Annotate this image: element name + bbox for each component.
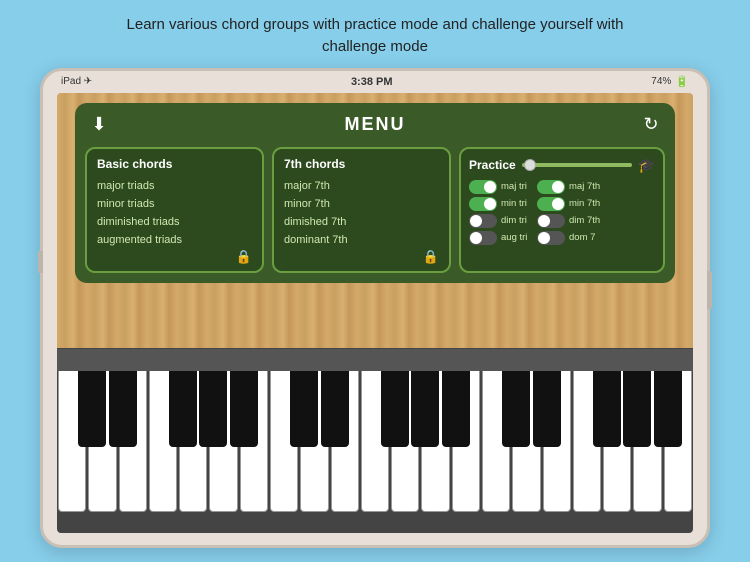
- white-key-1[interactable]: [58, 352, 86, 512]
- toggle-dom-7[interactable]: [537, 231, 565, 245]
- toggle-label-maj-7th: maj 7th: [569, 181, 601, 192]
- white-key-3[interactable]: [119, 352, 147, 512]
- toggle-min-7th[interactable]: [537, 197, 565, 211]
- download-icon: ⬇: [91, 114, 106, 135]
- status-bar: iPad ✈ 3:38 PM 74% 🔋: [43, 71, 707, 93]
- header-text: Learn various chord groups with practice…: [67, 0, 684, 68]
- white-key-16[interactable]: [512, 352, 540, 512]
- toggle-label-dom-7: dom 7: [569, 232, 601, 243]
- refresh-button[interactable]: ↻: [637, 111, 665, 139]
- white-key-9[interactable]: [300, 352, 328, 512]
- lock-icon-basic: 🔒: [236, 249, 252, 265]
- toggle-aug-tri[interactable]: [469, 231, 497, 245]
- seventh-chord-item-4: dominant 7th: [284, 231, 439, 249]
- seventh-chords-card[interactable]: 7th chords major 7th minor 7th dimished …: [272, 147, 451, 274]
- basic-chords-card[interactable]: Basic chords major triads minor triads d…: [85, 147, 264, 274]
- download-button[interactable]: ⬇: [85, 111, 113, 139]
- toggle-row-1: maj tri maj 7th: [469, 180, 655, 194]
- battery-icon: 🔋: [675, 75, 689, 88]
- toggle-row-4: aug tri dom 7: [469, 231, 655, 245]
- white-key-7[interactable]: [240, 352, 268, 512]
- white-key-21[interactable]: [664, 352, 692, 512]
- white-key-14[interactable]: [452, 352, 480, 512]
- piano-ledge: [57, 349, 693, 371]
- statusbar-left: iPad ✈: [61, 76, 92, 87]
- menu-header: ⬇ MENU ↻: [85, 111, 665, 139]
- piano-keys: [57, 352, 693, 533]
- basic-chords-title: Basic chords: [97, 157, 252, 171]
- practice-slider[interactable]: [522, 163, 632, 167]
- white-key-19[interactable]: [603, 352, 631, 512]
- slider-thumb: [524, 159, 536, 171]
- statusbar-right: 74% 🔋: [651, 75, 689, 88]
- white-key-15[interactable]: [482, 352, 510, 512]
- menu-cards: Basic chords major triads minor triads d…: [85, 147, 665, 274]
- toggle-dim-tri[interactable]: [469, 214, 497, 228]
- lock-icon-seventh: 🔒: [423, 249, 439, 265]
- menu-title: MENU: [113, 114, 637, 135]
- white-key-5[interactable]: [179, 352, 207, 512]
- toggle-label-dim-tri: dim tri: [501, 215, 533, 226]
- white-key-20[interactable]: [633, 352, 661, 512]
- basic-chord-item-4: augmented triads: [97, 231, 252, 249]
- volume-button: [38, 251, 43, 273]
- practice-title: Practice: [469, 158, 516, 172]
- white-key-4[interactable]: [149, 352, 177, 512]
- battery-label: 74%: [651, 76, 671, 87]
- refresh-icon: ↻: [643, 114, 658, 135]
- white-key-6[interactable]: [209, 352, 237, 512]
- white-key-17[interactable]: [543, 352, 571, 512]
- piano-area: [57, 348, 693, 533]
- practice-header: Practice 🎓: [469, 157, 655, 174]
- seventh-chords-title: 7th chords: [284, 157, 439, 171]
- toggle-min-tri[interactable]: [469, 197, 497, 211]
- statusbar-time: 3:38 PM: [351, 76, 393, 88]
- white-key-13[interactable]: [421, 352, 449, 512]
- toggle-label-min-7th: min 7th: [569, 198, 601, 209]
- toggle-label-maj-tri: maj tri: [501, 181, 533, 192]
- toggle-label-aug-tri: aug tri: [501, 232, 533, 243]
- ipad-screen: ⬇ MENU ↻ Basic chords major triads minor…: [57, 93, 693, 533]
- graduation-icon: 🎓: [638, 157, 655, 174]
- toggle-row-2: min tri min 7th: [469, 197, 655, 211]
- white-key-10[interactable]: [331, 352, 359, 512]
- white-key-11[interactable]: [361, 352, 389, 512]
- ipad-label: iPad ✈: [61, 76, 92, 87]
- basic-chord-item-2: minor triads: [97, 195, 252, 213]
- ipad-frame: iPad ✈ 3:38 PM 74% 🔋 ⬇ MENU ↻: [40, 68, 710, 548]
- menu-panel: ⬇ MENU ↻ Basic chords major triads minor…: [75, 103, 675, 284]
- white-key-2[interactable]: [88, 352, 116, 512]
- toggle-maj-7th[interactable]: [537, 180, 565, 194]
- basic-chord-item-1: major triads: [97, 177, 252, 195]
- white-key-12[interactable]: [391, 352, 419, 512]
- toggle-label-dim-7th: dim 7th: [569, 215, 601, 226]
- power-button: [707, 271, 712, 309]
- toggle-dim-7th[interactable]: [537, 214, 565, 228]
- toggle-row-3: dim tri dim 7th: [469, 214, 655, 228]
- basic-chord-item-3: diminished triads: [97, 213, 252, 231]
- white-key-18[interactable]: [573, 352, 601, 512]
- seventh-chord-item-2: minor 7th: [284, 195, 439, 213]
- seventh-chord-item-3: dimished 7th: [284, 213, 439, 231]
- toggle-label-min-tri: min tri: [501, 198, 533, 209]
- white-key-8[interactable]: [270, 352, 298, 512]
- seventh-chord-item-1: major 7th: [284, 177, 439, 195]
- toggle-maj-tri[interactable]: [469, 180, 497, 194]
- practice-card: Practice 🎓 maj tri maj 7th: [459, 147, 665, 274]
